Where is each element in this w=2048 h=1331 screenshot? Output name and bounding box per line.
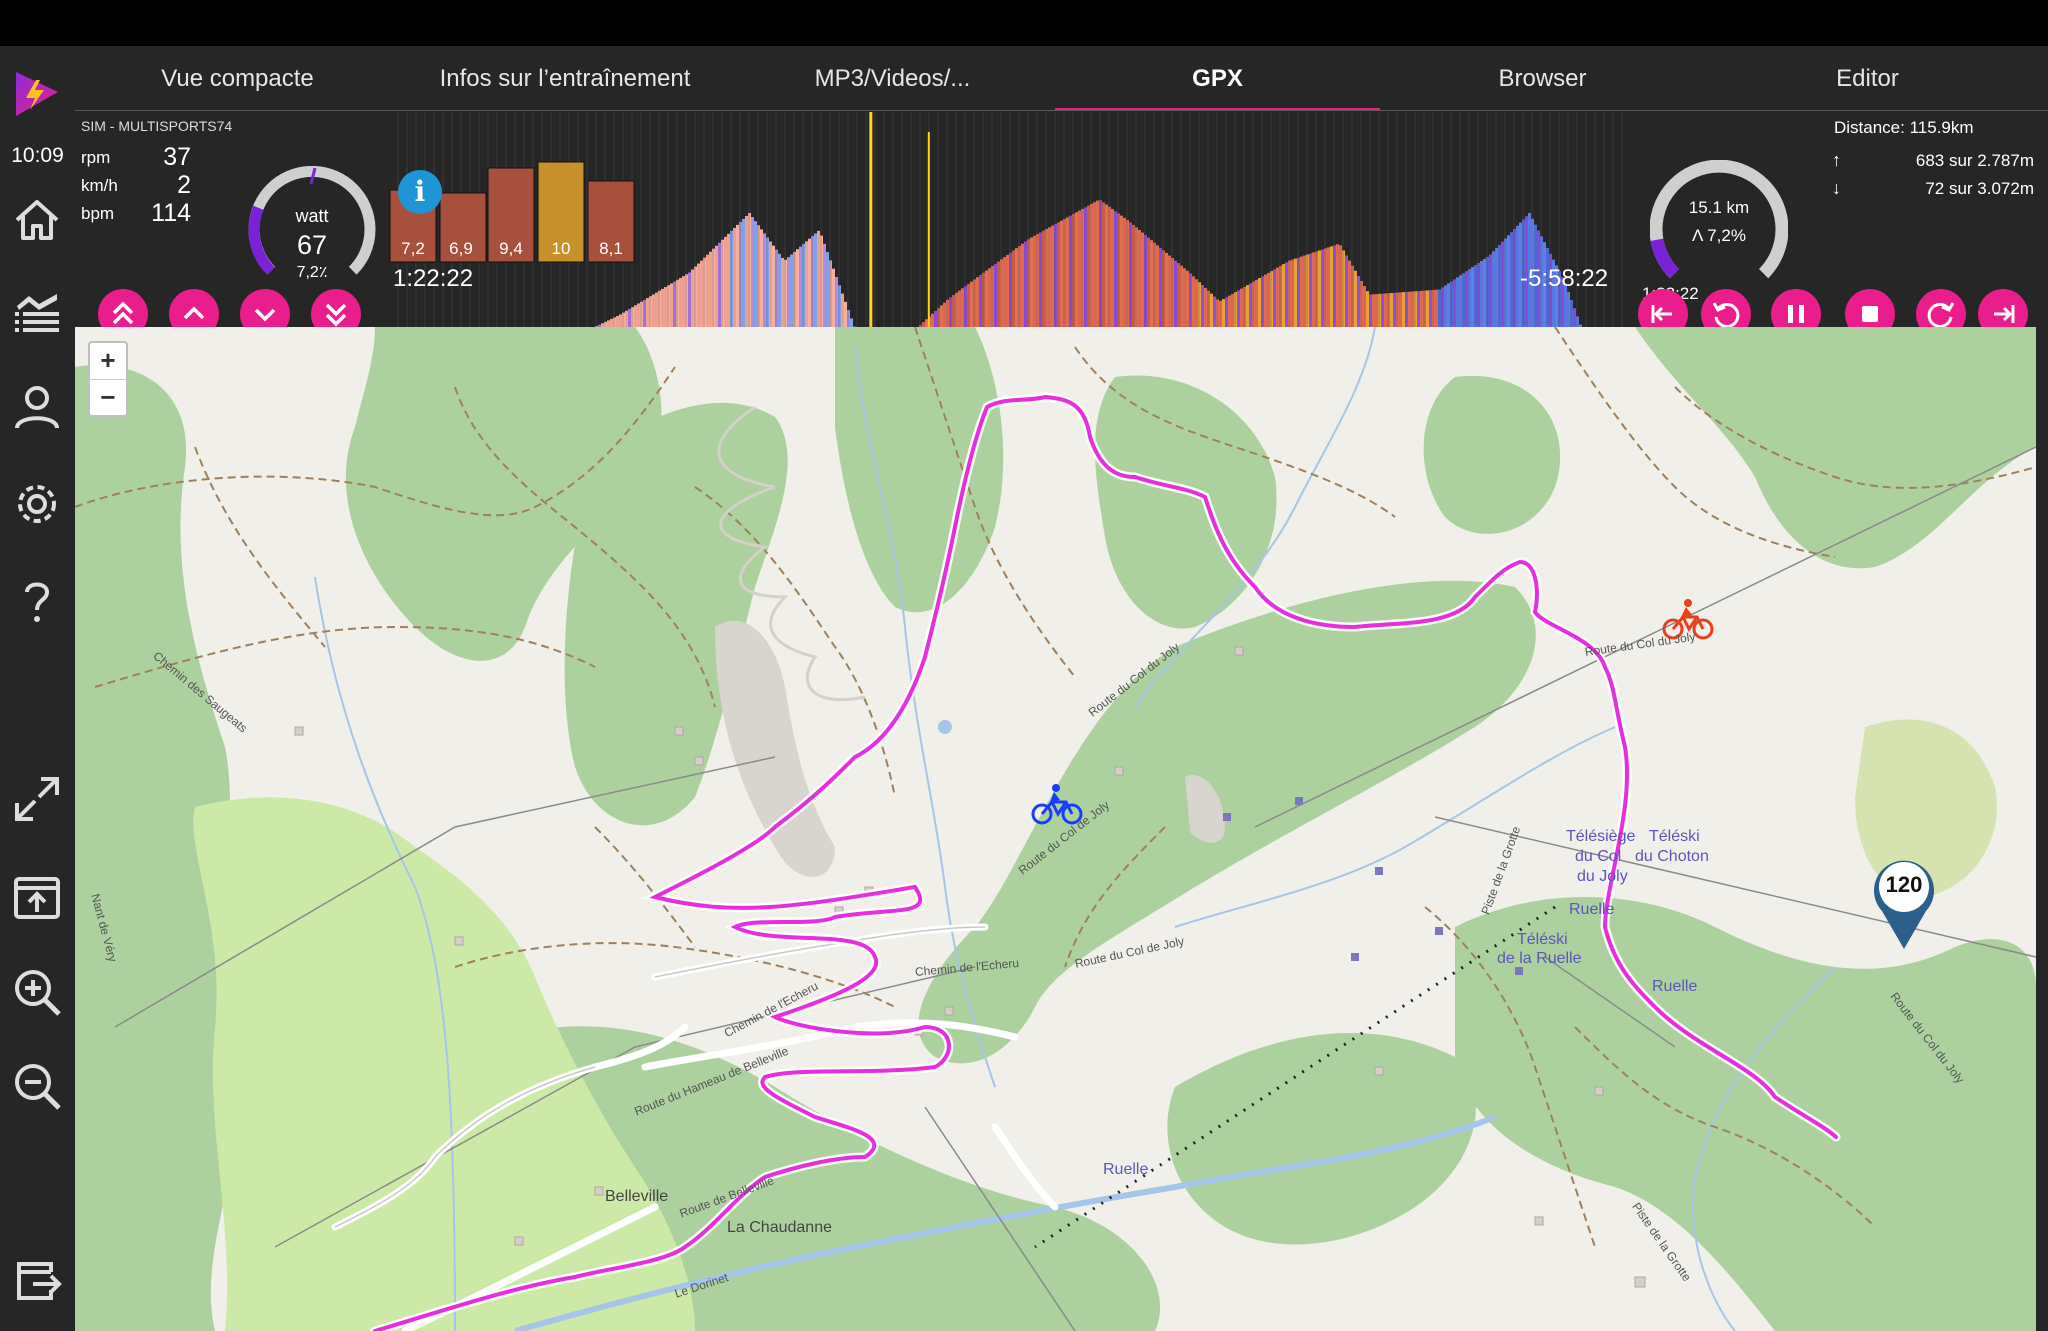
- user-profile-icon[interactable]: [11, 381, 63, 433]
- rpm-value: 37: [163, 143, 191, 171]
- bpm-value: 114: [151, 199, 191, 227]
- map-label-telesiege: Télésiège: [1566, 828, 1636, 845]
- ascent-value: 683 sur 2.787m: [1915, 151, 2034, 170]
- gear-icon[interactable]: [11, 478, 63, 530]
- waypoint-number: 120: [1885, 872, 1923, 897]
- grade-bar-label-5: 8,1: [599, 239, 623, 258]
- map-label-la-chaudanne: La Chaudanne: [727, 1219, 832, 1236]
- map-label-ruelle-3: Ruelle: [1103, 1161, 1149, 1178]
- map-label-du-choton: du Choton: [1635, 848, 1709, 865]
- power-gauge: watt 67 7,2٪: [247, 165, 377, 281]
- sim-label: SIM - MULTISPORTS74: [81, 118, 233, 134]
- map-label-teleski-2: Téléski: [1517, 931, 1568, 948]
- exit-icon[interactable]: [11, 1254, 63, 1306]
- rpm-label: rpm: [81, 148, 111, 167]
- kmh-value: 2: [177, 171, 191, 199]
- bpm-label: bpm: [81, 204, 115, 223]
- grade-bar-label-2: 6,9: [449, 239, 473, 258]
- map-label-belleville: Belleville: [605, 1188, 669, 1205]
- tab-editor[interactable]: Editor: [1705, 46, 2030, 108]
- power-grade: 7,2٪: [296, 264, 328, 281]
- clock: 10:09: [11, 144, 64, 167]
- app-logo-icon: [16, 72, 58, 116]
- map-zoom-in-button[interactable]: +: [90, 343, 126, 380]
- help-icon[interactable]: [11, 574, 63, 626]
- gauge-grade: Λ 7,2%: [1692, 226, 1746, 245]
- remaining-time: -5:58:22: [1520, 265, 1609, 292]
- tab-browser[interactable]: Browser: [1380, 46, 1705, 108]
- power-unit: watt: [295, 206, 329, 226]
- grade-bar-label-4: 10: [551, 239, 571, 258]
- distance-total: Distance: 115.9km: [1834, 118, 1974, 137]
- top-status-bar: [0, 0, 2048, 46]
- stats-panel: SIM - MULTISPORTS74 rpm 37 km/h 2 bpm 11…: [75, 112, 380, 302]
- fullscreen-icon[interactable]: [11, 773, 63, 825]
- route-map[interactable]: 120 Télésiège du Col du Joly Téléski du …: [75, 327, 2036, 1331]
- tab-mp3-videos[interactable]: MP3/Videos/...: [730, 46, 1055, 108]
- sidebar: 10:09: [0, 46, 75, 1331]
- workout-list-icon[interactable]: [11, 286, 63, 338]
- zoom-in-icon[interactable]: [11, 966, 63, 1018]
- grade-bar-label-3: 9,4: [499, 239, 523, 258]
- home-icon[interactable]: [11, 194, 63, 246]
- map-label-du-joly: du Joly: [1577, 868, 1628, 885]
- tab-gpx[interactable]: GPX: [1055, 46, 1380, 108]
- info-button[interactable]: i: [398, 170, 442, 214]
- power-value: 67: [296, 230, 328, 260]
- upload-calendar-icon[interactable]: [11, 870, 63, 922]
- tab-vue-compacte[interactable]: Vue compacte: [75, 46, 400, 108]
- tab-infos-entrainement[interactable]: Infos sur l’entraînement: [400, 46, 730, 108]
- kmh-label: km/h: [81, 176, 118, 195]
- map-label-ruelle-2: Ruelle: [1652, 978, 1698, 995]
- distance-gauge: 15.1 km Λ 7,2%: [1649, 159, 1789, 290]
- map-zoom-out-button[interactable]: −: [90, 380, 126, 416]
- tab-divider: [75, 110, 2048, 111]
- descent-value: 72 sur 3.072m: [1925, 179, 2034, 198]
- map-label-ruelle-1: Ruelle: [1569, 901, 1615, 918]
- tab-bar: Vue compacte Infos sur l’entraînement MP…: [75, 46, 2048, 110]
- map-zoom-control: + −: [88, 341, 128, 417]
- map-canvas: [75, 327, 2036, 1331]
- zoom-out-icon[interactable]: [11, 1060, 63, 1112]
- map-label-de-la-ruelle: de la Ruelle: [1497, 950, 1582, 967]
- waypoint-pin-icon[interactable]: [1872, 855, 1936, 951]
- map-label-du-col: du Col: [1575, 848, 1622, 865]
- gauge-distance: 15.1 km: [1688, 198, 1750, 217]
- elapsed-time: 1:22:22: [393, 265, 474, 292]
- grade-bar-label-1: 7,2: [401, 239, 425, 258]
- map-label-teleski: Téléski: [1649, 828, 1700, 845]
